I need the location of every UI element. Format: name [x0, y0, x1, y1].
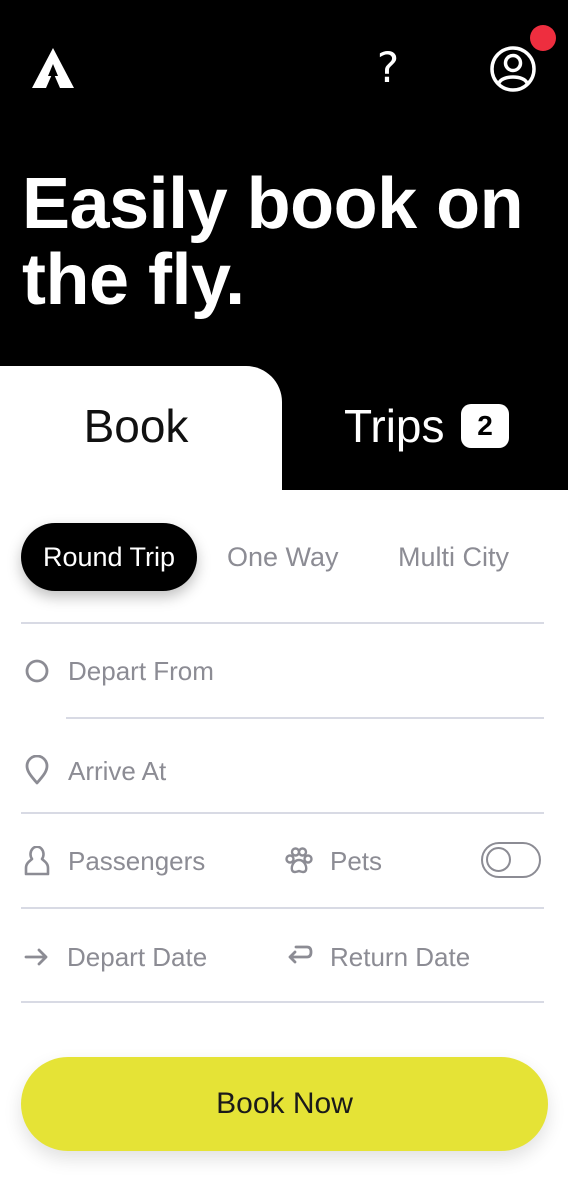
depart-date-field[interactable]: Depart Date	[67, 940, 207, 974]
return-arrow-icon	[288, 945, 313, 964]
arrive-at-field[interactable]: Arrive At	[68, 754, 166, 788]
book-now-button[interactable]: Book Now	[21, 1057, 548, 1151]
paw-icon	[285, 847, 313, 874]
toggle-knob	[486, 847, 511, 872]
passengers-field[interactable]: Passengers	[68, 844, 205, 878]
one-way-option[interactable]: One Way	[227, 523, 339, 591]
pets-label: Pets	[330, 846, 383, 876]
page-title: Easily book on the fly.	[22, 164, 524, 320]
divider	[66, 717, 544, 719]
tab-trips-label: Trips	[344, 400, 445, 452]
arrow-right-icon	[24, 948, 48, 966]
round-trip-option[interactable]: Round Trip	[21, 523, 197, 591]
person-icon	[24, 846, 50, 876]
divider	[21, 1001, 544, 1003]
location-pin-icon	[25, 755, 49, 785]
notification-dot	[530, 25, 556, 51]
tab-book-label: Book	[83, 400, 189, 452]
divider	[21, 622, 544, 624]
depart-from-field[interactable]: Depart From	[68, 654, 214, 688]
trips-count-badge: 2	[461, 404, 509, 448]
question-mark-icon[interactable]: ?	[370, 46, 406, 90]
multi-city-option[interactable]: Multi City	[398, 523, 509, 591]
user-profile-icon[interactable]	[488, 44, 538, 94]
pets-toggle[interactable]	[481, 842, 541, 878]
divider	[21, 812, 544, 814]
circle-icon	[25, 659, 49, 683]
return-date-field[interactable]: Return Date	[330, 940, 470, 974]
divider	[21, 907, 544, 909]
logo-a-icon[interactable]	[30, 46, 76, 90]
